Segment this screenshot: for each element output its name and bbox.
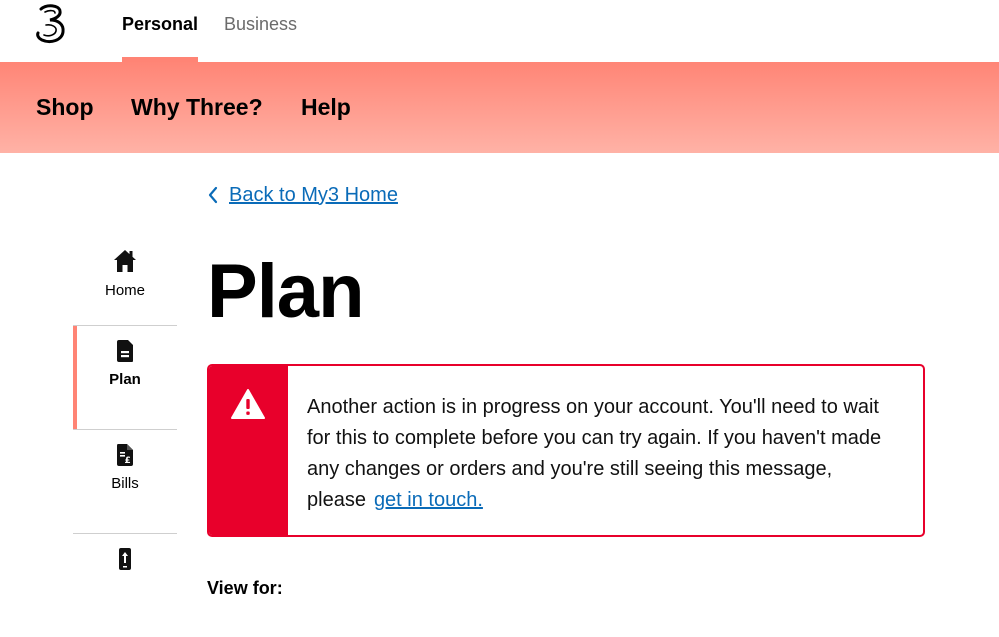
main-navigation: Shop Why Three? Help [0,62,999,153]
view-for-label: View for: [207,578,283,598]
alert-message: Another action is in progress on your ac… [307,392,907,516]
three-logo-icon[interactable] [33,3,69,45]
tab-personal[interactable]: Personal [122,14,198,34]
page-title: Plan [207,249,364,334]
error-alert: Another action is in progress on your ac… [207,364,925,537]
upgrade-phone-icon [119,548,131,570]
nav-shop[interactable]: Shop [36,94,94,120]
get-in-touch-link[interactable]: get in touch. [374,489,483,511]
back-to-home-link[interactable]: Back to My3 Home [207,182,398,208]
svg-text:£: £ [125,456,131,466]
warning-icon [231,389,265,419]
sim-card-icon [117,340,133,362]
chevron-left-icon [208,186,218,204]
tab-business[interactable]: Business [224,14,297,34]
sidebar-item-plan[interactable]: Plan [73,326,177,430]
sidebar-item-label: Home [104,282,145,299]
nav-why-three[interactable]: Why Three? [131,94,263,120]
sidebar-item-home[interactable]: Home [73,238,177,326]
bill-icon: £ [117,444,133,466]
top-bar: Personal Business [0,0,999,62]
sidebar-item-bills[interactable]: £ Bills [73,430,177,534]
account-sidebar: Home Plan £ Bills [73,238,177,637]
sidebar-item-label: Bills [111,475,139,492]
alert-icon-panel [209,366,288,535]
home-icon [114,250,136,272]
nav-help[interactable]: Help [301,94,351,120]
sidebar-item-upgrade[interactable] [73,534,177,637]
back-link-label: Back to My3 Home [229,183,398,206]
sidebar-item-label: Plan [109,371,141,388]
